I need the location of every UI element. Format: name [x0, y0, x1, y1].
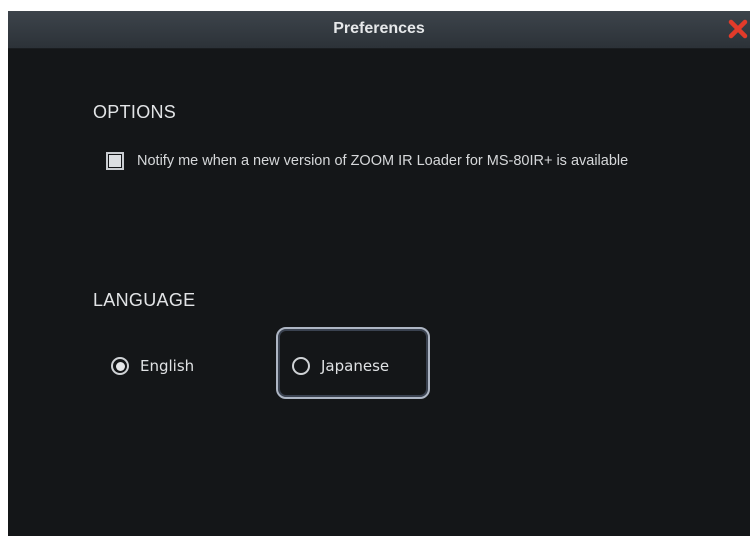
- radio-label-japanese[interactable]: Japanese: [321, 357, 389, 375]
- notify-checkbox-label[interactable]: Notify me when a new version of ZOOM IR …: [137, 153, 628, 169]
- close-icon: [728, 19, 748, 39]
- notify-checkbox[interactable]: [106, 152, 124, 170]
- close-button[interactable]: [728, 19, 748, 39]
- title-bar: Preferences: [8, 11, 750, 49]
- language-radio-japanese[interactable]: Japanese: [292, 357, 389, 375]
- preferences-dialog: Preferences OPTIONS Notify me when a new…: [8, 11, 750, 536]
- language-radio-english[interactable]: English: [111, 357, 194, 375]
- radio-button[interactable]: [292, 357, 310, 375]
- options-heading: OPTIONS: [93, 102, 177, 122]
- radio-button[interactable]: [111, 357, 129, 375]
- radio-selected-dot: [115, 361, 125, 371]
- checkbox-checked-indicator: [109, 155, 121, 167]
- notify-checkbox-row[interactable]: Notify me when a new version of ZOOM IR …: [106, 150, 628, 172]
- dialog-title: Preferences: [333, 20, 425, 37]
- radio-label-english[interactable]: English: [140, 357, 194, 375]
- language-heading: LANGUAGE: [93, 290, 196, 310]
